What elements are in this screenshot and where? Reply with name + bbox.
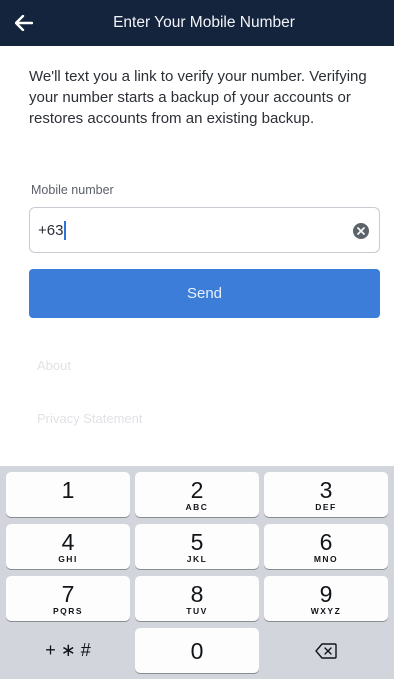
numeric-keypad: 1 2 ABC 3 DEF 4 GHI 5 JKL 6 MNO 7 PQRS 8… xyxy=(0,466,394,679)
key-9[interactable]: 9 WXYZ xyxy=(264,576,388,621)
key-digit: 2 xyxy=(190,476,204,503)
key-0[interactable]: 0 xyxy=(135,628,259,673)
key-digit: 9 xyxy=(319,580,333,607)
key-digit: 7 xyxy=(61,580,75,607)
description-text: We'll text you a link to verify your num… xyxy=(29,68,367,127)
key-7[interactable]: 7 PQRS xyxy=(6,576,130,621)
key-letters: ABC xyxy=(185,501,209,512)
key-letters: GHI xyxy=(58,553,78,564)
key-digit: 6 xyxy=(319,528,333,555)
key-letters: TUV xyxy=(186,605,208,616)
key-6[interactable]: 6 MNO xyxy=(264,524,388,569)
key-symbols[interactable]: + ∗ # xyxy=(6,628,130,673)
key-letters: MNO xyxy=(313,553,339,564)
send-button[interactable]: Send xyxy=(29,269,380,318)
clear-input-button[interactable] xyxy=(353,223,369,239)
key-4[interactable]: 4 GHI xyxy=(6,524,130,569)
page-title: Enter Your Mobile Number xyxy=(113,14,295,31)
mobile-number-value: +63 xyxy=(38,221,64,239)
symbols-label: + ∗ # xyxy=(45,640,91,660)
key-2[interactable]: 2 ABC xyxy=(135,472,259,517)
key-digit: 4 xyxy=(61,528,75,555)
delete-key[interactable] xyxy=(264,628,388,673)
mobile-number-label: Mobile number xyxy=(31,183,114,197)
screen: Enter Your Mobile Number Privacy Stateme… xyxy=(0,0,394,679)
key-digit: 0 xyxy=(190,637,204,664)
key-3[interactable]: 3 DEF xyxy=(264,472,388,517)
key-digit: 3 xyxy=(319,476,333,503)
send-button-label: Send xyxy=(186,285,223,302)
key-digit: 1 xyxy=(61,476,75,503)
key-1[interactable]: 1 xyxy=(6,472,130,517)
key-letters: WXYZ xyxy=(310,605,342,616)
close-icon xyxy=(357,227,365,235)
text-caret xyxy=(64,220,67,240)
ghost-menu-item: Privacy Statement xyxy=(37,411,143,426)
key-digit: 5 xyxy=(190,528,204,555)
key-letters: PQRS xyxy=(52,605,84,616)
verify-form: Privacy Statement About We'll text you a… xyxy=(0,46,394,466)
key-digit: 8 xyxy=(190,580,204,607)
key-5[interactable]: 5 JKL xyxy=(135,524,259,569)
back-button[interactable] xyxy=(10,9,38,37)
ghost-menu-item: About xyxy=(37,358,71,373)
key-letters: DEF xyxy=(315,501,337,512)
mobile-number-field[interactable]: +63 xyxy=(29,207,380,253)
backspace-icon xyxy=(315,642,337,659)
key-letters: JKL xyxy=(186,553,208,564)
top-bar: Enter Your Mobile Number xyxy=(0,0,394,46)
arrow-left-icon xyxy=(15,15,33,31)
key-8[interactable]: 8 TUV xyxy=(135,576,259,621)
